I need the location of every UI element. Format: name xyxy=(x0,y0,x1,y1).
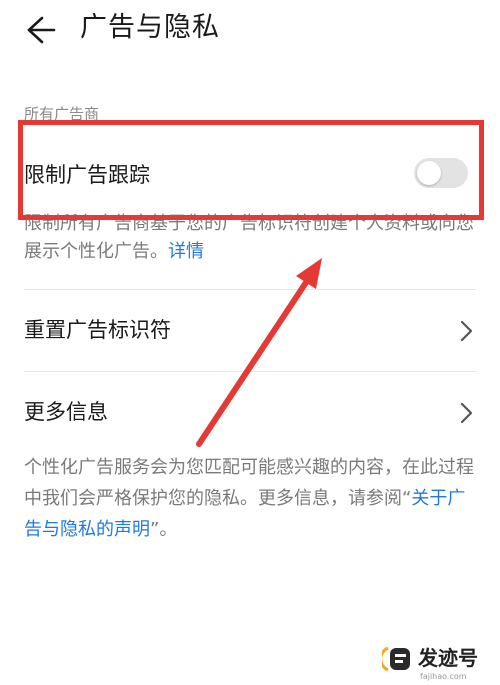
back-button[interactable] xyxy=(18,12,58,48)
description-text: 限制所有广告商基于您的广告标识符创建个人资料或向您展示个性化广告。 xyxy=(24,213,474,262)
more-info-label: 更多信息 xyxy=(24,400,108,424)
divider xyxy=(24,371,476,372)
header-bar: 广告与隐私 xyxy=(0,0,500,60)
limit-ad-tracking-toggle[interactable] xyxy=(414,158,468,188)
footer-text-after: ”。 xyxy=(150,519,178,540)
chevron-right-icon xyxy=(460,320,473,342)
reset-ad-identifier-row[interactable]: 重置广告标识符 xyxy=(0,291,500,371)
divider xyxy=(24,289,476,290)
fajihao-logo-icon xyxy=(382,646,410,672)
limit-ad-tracking-row[interactable]: 限制广告跟踪 xyxy=(0,148,500,202)
section-label: 所有广告商 xyxy=(24,105,100,123)
watermark: 发迹号 fajihao.com xyxy=(376,640,500,685)
page-title: 广告与隐私 xyxy=(80,12,220,43)
toggle-knob xyxy=(417,161,441,185)
more-info-row[interactable]: 更多信息 xyxy=(0,373,500,453)
footer-description: 个性化广告服务会为您匹配可能感兴趣的内容，在此过程中我们会严格保护您的隐私。更多… xyxy=(24,452,476,545)
watermark-name: 发迹号 xyxy=(418,646,478,670)
footer-text-before: 个性化广告服务会为您匹配可能感兴趣的内容，在此过程中我们会严格保护您的隐私。更多… xyxy=(24,457,474,509)
arrow-left-icon xyxy=(27,16,56,44)
limit-ad-tracking-label: 限制广告跟踪 xyxy=(24,163,150,187)
details-link[interactable]: 详情 xyxy=(168,241,204,262)
watermark-site: fajihao.com xyxy=(420,672,467,681)
chevron-right-icon xyxy=(460,402,473,424)
limit-ad-tracking-description: 限制所有广告商基于您的广告标识符创建个人资料或向您展示个性化广告。详情 xyxy=(24,210,476,266)
reset-ad-identifier-label: 重置广告标识符 xyxy=(24,318,171,342)
